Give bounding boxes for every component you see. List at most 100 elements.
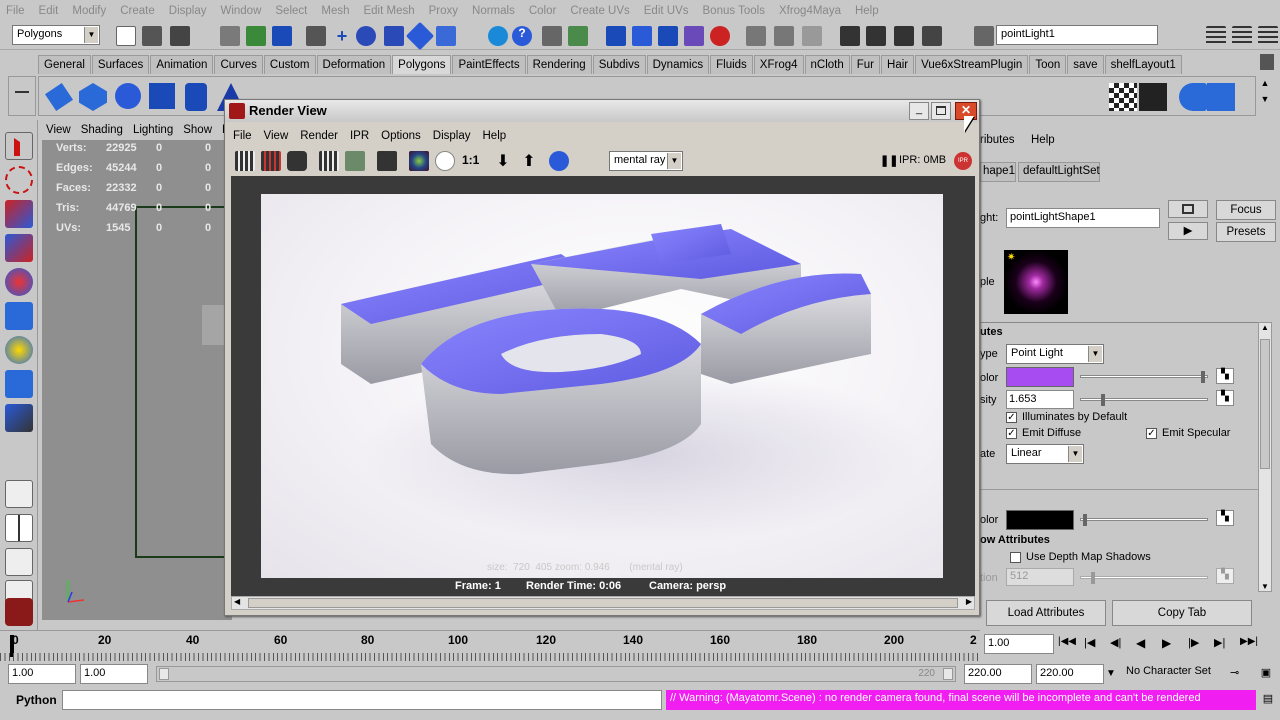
shelf-tab-xfrog4[interactable]: XFrog4 [753,55,804,74]
universal-manip-icon[interactable] [5,336,33,364]
ae-decay-dropdown[interactable]: Linear ▼ [1006,444,1084,464]
menu-edit[interactable]: Edit [39,5,59,17]
shelf-menu-button[interactable] [8,76,36,116]
go-to-start-icon[interactable]: |◀◀ [1058,636,1080,654]
ae-light-name-field[interactable]: pointLightShape1 [1006,208,1160,228]
menu-bonus-tools[interactable]: Bonus Tools [703,5,765,17]
batch-render-icon[interactable] [894,26,914,46]
menu-normals[interactable]: Normals [472,5,515,17]
viewport-menu-show[interactable]: Show [183,124,212,136]
rv-menu-ipr[interactable]: IPR [350,130,369,142]
current-frame-field[interactable]: 1.00 [984,634,1054,654]
viewport-menu-shading[interactable]: Shading [81,124,123,136]
shelf-tab-curves[interactable]: Curves [214,55,263,74]
ae-emit-specular-checkbox[interactable]: ✓ [1146,428,1157,439]
shelf-tab-painteffects[interactable]: PaintEffects [452,55,526,74]
input-ops-icon[interactable] [746,26,766,46]
render-view-hscrollbar[interactable]: ◀ ▶ [231,596,975,610]
remove-image-icon[interactable]: ⬆ [519,151,539,171]
select-tool-icon[interactable] [5,132,33,160]
slider-handle[interactable] [1083,514,1087,526]
show-manip-icon[interactable] [5,404,33,432]
load-attributes-button[interactable]: Load Attributes [986,600,1106,626]
step-forward-icon[interactable]: |▶ [1188,636,1210,654]
no-select-icon[interactable] [802,26,822,46]
uv-editor-icon[interactable] [1139,83,1167,111]
key-icon[interactable]: ⊸ [1230,666,1254,680]
ae-shadow-slider[interactable] [1080,514,1208,526]
help-icon[interactable]: ? [512,26,532,46]
move-tool-icon[interactable] [5,234,33,262]
rv-menu-options[interactable]: Options [381,130,421,142]
play-back-icon[interactable]: ◀ [1136,636,1158,654]
ae-type-dropdown[interactable]: Point Light ▼ [1006,344,1104,364]
four-pane-layout-icon[interactable] [5,514,33,542]
menu-modify[interactable]: Modify [72,5,106,17]
shelf-tab-dynamics[interactable]: Dynamics [646,55,710,74]
map-button-icon[interactable]: ▚ [1216,390,1234,406]
object-name-field[interactable]: pointLight1 [996,25,1158,45]
ae-depth-map-checkbox[interactable] [1010,552,1021,563]
step-back-icon[interactable]: ◀| [1110,636,1132,654]
render-current-icon[interactable] [606,26,626,46]
checker-icon-1[interactable] [1109,83,1137,111]
copy-tab-button[interactable]: Copy Tab [1112,600,1252,626]
ae-presets-button[interactable]: Presets [1216,222,1276,242]
menu-create[interactable]: Create [120,5,155,17]
rv-menu-render[interactable]: Render [300,130,338,142]
snap-view-icon[interactable] [436,26,456,46]
shelf-tab-surfaces[interactable]: Surfaces [91,55,150,74]
shelf-tab-ncloth[interactable]: nCloth [804,55,850,74]
trash-icon[interactable] [1260,54,1274,70]
time-slider[interactable]: 0 20 40 60 80 100 120 140 160 180 200 2 [0,630,980,661]
snap-icon[interactable] [356,26,376,46]
single-pane-layout-icon[interactable] [5,480,33,508]
ae-scrollbar[interactable]: ▲ ▼ [1258,322,1272,592]
slider-handle[interactable] [1091,572,1095,584]
slider-handle[interactable] [1201,371,1205,383]
scroll-thumb[interactable] [248,598,958,608]
lock-icon[interactable] [542,26,562,46]
lasso-tool-icon[interactable] [5,166,33,194]
shelf-tab-fur[interactable]: Fur [850,55,881,74]
menu-edit-uvs[interactable]: Edit UVs [644,5,689,17]
render-view-icon[interactable] [840,26,860,46]
display-alpha-icon[interactable] [435,151,455,171]
camera-attributes-icon[interactable] [549,151,569,171]
shelf-tab-hair[interactable]: Hair [881,55,915,74]
menu-proxy[interactable]: Proxy [429,5,458,17]
chevron-down-icon[interactable]: ▼ [1106,668,1116,679]
save-scene-icon[interactable] [170,26,190,46]
play-forward-icon[interactable]: ▶ [1162,636,1184,654]
shelf-scroll[interactable]: ▲ ▼ [1258,78,1272,112]
map-button-icon[interactable]: ▚ [1216,510,1234,526]
ae-tab-shape[interactable]: hape1 [980,162,1016,182]
minimize-icon[interactable]: _ [909,102,929,120]
attribute-editor-toggle-icon[interactable] [1206,26,1226,46]
rv-menu-display[interactable]: Display [433,130,471,142]
shelf-tab-deformation[interactable]: Deformation [316,55,392,74]
output-ops-icon[interactable] [774,26,794,46]
command-language-label[interactable]: Python [16,693,57,707]
redo-render-icon[interactable] [235,151,255,171]
poly-plane-icon[interactable] [45,83,73,111]
start-time-field[interactable]: 1.00 [8,664,76,684]
ae-color-swatch[interactable] [1006,367,1074,387]
open-scene-icon[interactable] [142,26,162,46]
display-rgb-icon[interactable] [409,151,429,171]
snap-curve-icon[interactable] [384,26,404,46]
paint-icon[interactable] [1179,83,1207,111]
snap-point-icon[interactable] [405,21,435,51]
viewport-menu-lighting[interactable]: Lighting [133,124,173,136]
ae-focus-button[interactable]: Focus [1216,200,1276,220]
poly-sphere-icon[interactable] [115,83,141,109]
plus-icon[interactable]: + [332,26,352,46]
ae-select-output-button[interactable]: ▶ [1168,222,1208,240]
render-globals-icon[interactable] [922,26,942,46]
menu-color[interactable]: Color [529,5,556,17]
ae-resolution-field[interactable]: 512 [1006,568,1074,586]
render-canvas[interactable]: size: 720 405 zoom: 0.946 (mental ray) [231,176,975,582]
ipr-refresh-icon[interactable] [345,151,365,171]
snap-live-icon[interactable] [488,26,508,46]
range-slider[interactable]: 220 [156,666,956,682]
